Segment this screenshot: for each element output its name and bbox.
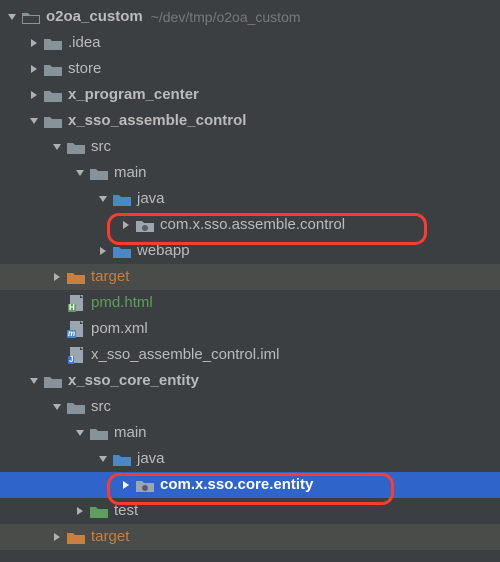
chevron-down-icon[interactable] bbox=[74, 168, 86, 178]
chevron-down-icon[interactable] bbox=[74, 428, 86, 438]
chevron-down-icon[interactable] bbox=[6, 12, 18, 22]
source-folder-icon bbox=[113, 190, 131, 208]
node-label: main bbox=[114, 160, 147, 186]
node-label: main bbox=[114, 420, 147, 446]
chevron-down-icon[interactable] bbox=[97, 454, 109, 464]
html-file-icon: H bbox=[67, 294, 85, 312]
node-label: x_program_center bbox=[68, 82, 199, 108]
chevron-down-icon[interactable] bbox=[97, 194, 109, 204]
excluded-folder-icon bbox=[67, 268, 85, 286]
chevron-right-icon[interactable] bbox=[97, 246, 109, 256]
chevron-down-icon[interactable] bbox=[51, 402, 63, 412]
tree-row[interactable]: java bbox=[0, 446, 500, 472]
tree-row[interactable]: webapp bbox=[0, 238, 500, 264]
tree-row[interactable]: target bbox=[0, 264, 500, 290]
chevron-down-icon[interactable] bbox=[51, 142, 63, 152]
node-label: webapp bbox=[137, 238, 190, 264]
node-label: x_sso_core_entity bbox=[68, 368, 199, 394]
resource-folder-icon bbox=[113, 242, 131, 260]
tree-row-pkg2-selected[interactable]: com.x.sso.core.entity bbox=[0, 472, 500, 498]
node-label: com.x.sso.core.entity bbox=[160, 472, 313, 498]
chevron-right-icon[interactable] bbox=[51, 532, 63, 542]
node-label: store bbox=[68, 56, 101, 82]
tree-row[interactable]: src bbox=[0, 394, 500, 420]
root-path: ~/dev/tmp/o2oa_custom bbox=[151, 9, 301, 25]
tree-row[interactable]: x_program_center bbox=[0, 82, 500, 108]
chevron-down-icon[interactable] bbox=[28, 376, 40, 386]
folder-icon bbox=[67, 138, 85, 156]
folder-icon bbox=[44, 112, 62, 130]
chevron-down-icon[interactable] bbox=[28, 116, 40, 126]
node-label: src bbox=[91, 134, 111, 160]
chevron-right-icon[interactable] bbox=[120, 480, 132, 490]
chevron-right-icon[interactable] bbox=[51, 272, 63, 282]
test-folder-icon bbox=[90, 502, 108, 520]
node-label: .idea bbox=[68, 30, 101, 56]
folder-icon bbox=[90, 424, 108, 442]
project-tree[interactable]: o2oa_custom ~/dev/tmp/o2oa_custom .idea … bbox=[0, 0, 500, 550]
node-label: java bbox=[137, 186, 165, 212]
tree-row[interactable]: .idea bbox=[0, 30, 500, 56]
node-label: test bbox=[114, 498, 138, 524]
package-icon bbox=[136, 476, 154, 494]
chevron-right-icon[interactable] bbox=[28, 90, 40, 100]
node-label: target bbox=[91, 524, 129, 550]
node-label: target bbox=[91, 264, 129, 290]
tree-row[interactable]: m pom.xml bbox=[0, 316, 500, 342]
chevron-right-icon[interactable] bbox=[74, 506, 86, 516]
tree-row[interactable]: main bbox=[0, 420, 500, 446]
node-label: x_sso_assemble_control.iml bbox=[91, 342, 279, 368]
package-icon bbox=[136, 216, 154, 234]
tree-row[interactable]: store bbox=[0, 56, 500, 82]
tree-row-pkg1[interactable]: com.x.sso.assemble.control bbox=[0, 212, 500, 238]
tree-row[interactable]: java bbox=[0, 186, 500, 212]
node-label: pmd.html bbox=[91, 290, 153, 316]
node-label: java bbox=[137, 446, 165, 472]
tree-row[interactable]: test bbox=[0, 498, 500, 524]
folder-icon bbox=[44, 86, 62, 104]
tree-row[interactable]: main bbox=[0, 160, 500, 186]
excluded-folder-icon bbox=[67, 528, 85, 546]
tree-row[interactable]: target bbox=[0, 524, 500, 550]
folder-icon bbox=[44, 372, 62, 390]
chevron-right-icon[interactable] bbox=[28, 64, 40, 74]
maven-file-icon: m bbox=[67, 320, 85, 338]
chevron-right-icon[interactable] bbox=[28, 38, 40, 48]
tree-row[interactable]: x_sso_assemble_control bbox=[0, 108, 500, 134]
tree-row[interactable]: J x_sso_assemble_control.iml bbox=[0, 342, 500, 368]
tree-row[interactable]: src bbox=[0, 134, 500, 160]
tree-row[interactable]: H pmd.html bbox=[0, 290, 500, 316]
folder-open-icon bbox=[22, 8, 40, 26]
tree-row[interactable]: x_sso_core_entity bbox=[0, 368, 500, 394]
node-label: x_sso_assemble_control bbox=[68, 108, 246, 134]
root-label: o2oa_custom bbox=[46, 4, 143, 30]
source-folder-icon bbox=[113, 450, 131, 468]
tree-row-root[interactable]: o2oa_custom ~/dev/tmp/o2oa_custom bbox=[0, 4, 500, 30]
folder-icon bbox=[44, 60, 62, 78]
folder-icon bbox=[67, 398, 85, 416]
node-label: src bbox=[91, 394, 111, 420]
chevron-right-icon[interactable] bbox=[120, 220, 132, 230]
folder-icon bbox=[44, 34, 62, 52]
node-label: pom.xml bbox=[91, 316, 148, 342]
iml-file-icon: J bbox=[67, 346, 85, 364]
node-label: com.x.sso.assemble.control bbox=[160, 212, 345, 238]
folder-icon bbox=[90, 164, 108, 182]
